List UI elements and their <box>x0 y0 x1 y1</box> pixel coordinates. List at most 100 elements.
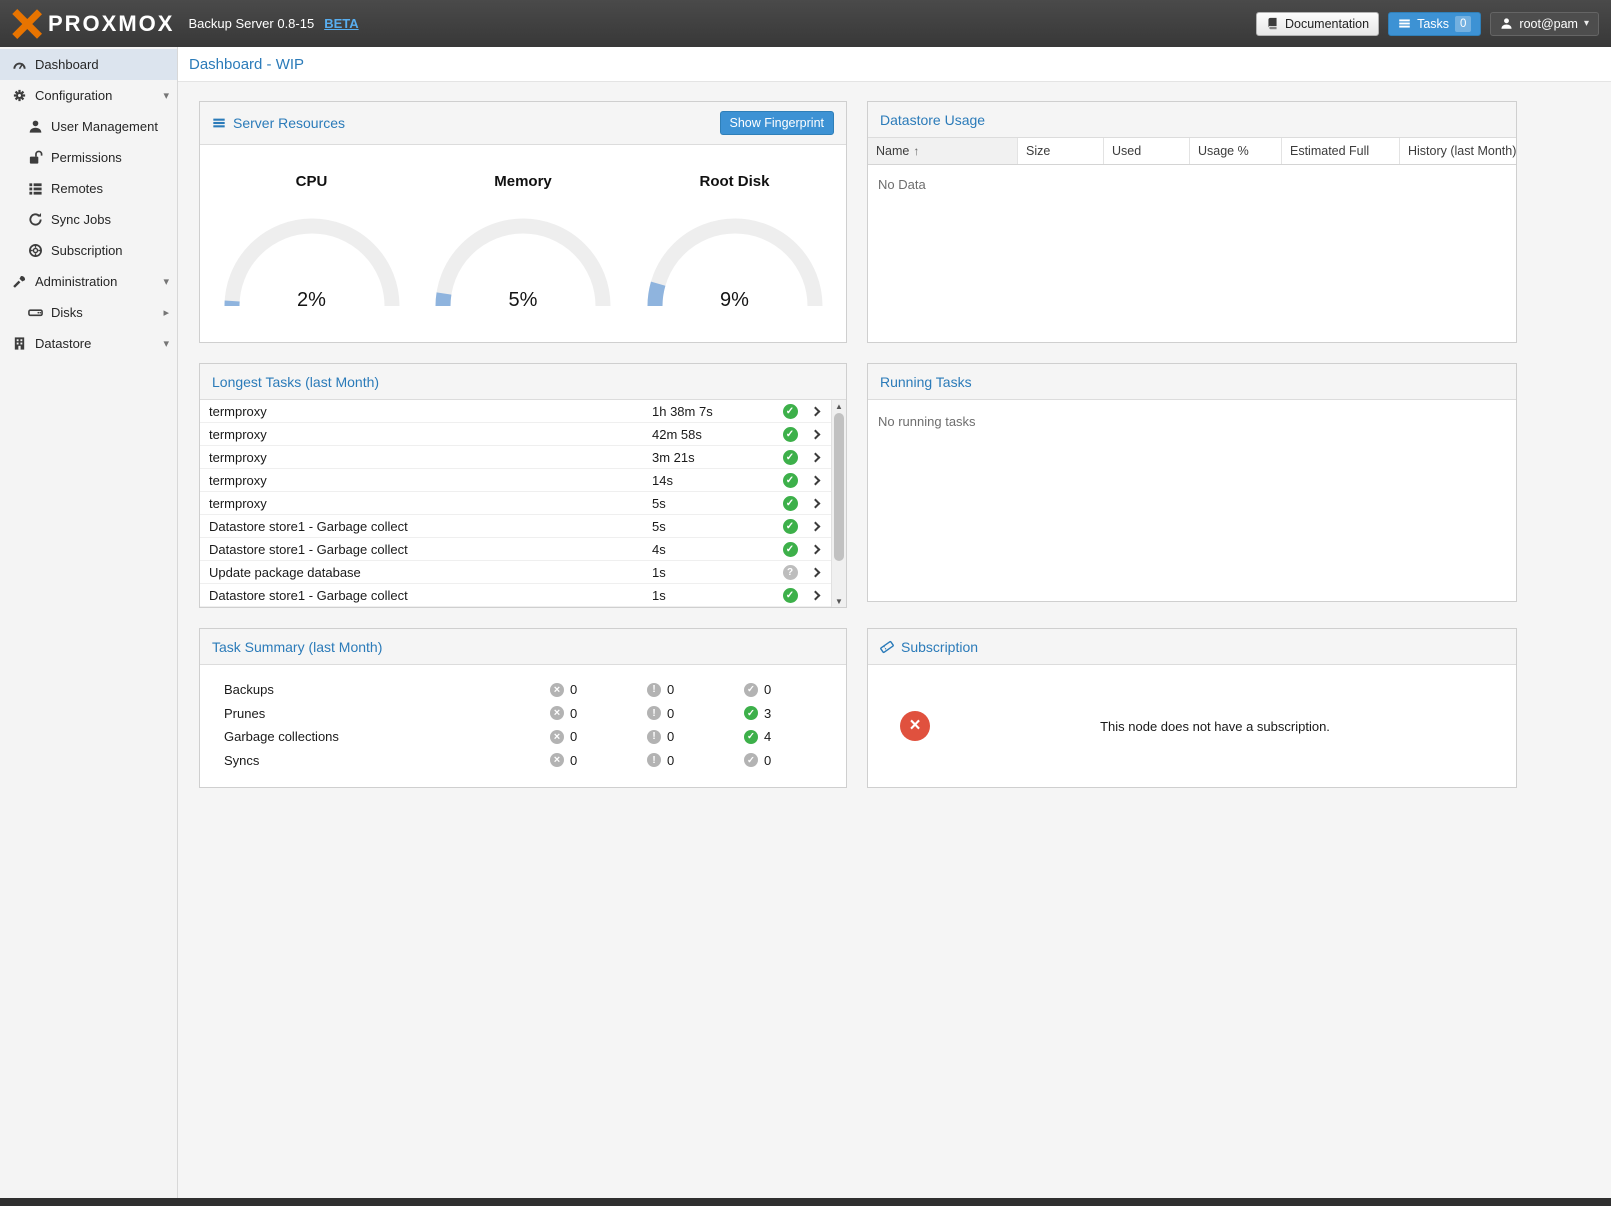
error-icon <box>550 730 564 744</box>
sidebar-item-dashboard[interactable]: Dashboard <box>0 49 177 80</box>
sidebar-item-label: Configuration <box>35 88 112 103</box>
dashboard-grid: Server Resources Show Fingerprint CPU 2% <box>178 82 1611 808</box>
sidebar-item-subscription[interactable]: Subscription <box>0 235 177 266</box>
sidebar-item-datastore[interactable]: Datastore ▾ <box>0 328 177 359</box>
open-task-button[interactable] <box>802 546 828 553</box>
ok-count-cell: 0 <box>744 753 841 768</box>
summary-label: Syncs <box>224 753 550 768</box>
server-resources-panel: Server Resources Show Fingerprint CPU 2% <box>199 101 847 343</box>
open-task-button[interactable] <box>802 500 828 507</box>
sidebar-item-disks[interactable]: Disks ▸ <box>0 297 177 328</box>
count: 3 <box>764 706 771 721</box>
task-row[interactable]: Datastore store1 - Garbage collect 1s <box>200 584 846 607</box>
sidebar-item-user-management[interactable]: User Management <box>0 111 177 142</box>
ticket-icon <box>880 640 894 654</box>
warning-icon <box>647 683 661 697</box>
sidebar: Dashboard Configuration ▾ User Managemen… <box>0 47 178 1198</box>
count: 0 <box>764 682 771 697</box>
column-header-used[interactable]: Used <box>1104 138 1190 164</box>
show-fingerprint-button[interactable]: Show Fingerprint <box>720 111 835 135</box>
tasks-label: Tasks <box>1417 17 1449 31</box>
task-name: termproxy <box>200 450 652 465</box>
summary-label: Backups <box>224 682 550 697</box>
task-row[interactable]: Update package database 1s <box>200 561 846 584</box>
longest-tasks-panel: Longest Tasks (last Month) termproxy 1h … <box>199 363 847 608</box>
task-row[interactable]: termproxy 14s <box>200 469 846 492</box>
empty-message: No Data <box>868 165 1516 204</box>
sidebar-item-label: Permissions <box>51 150 122 165</box>
scrollbar[interactable]: ▲ ▼ <box>831 400 846 607</box>
chevron-right-icon <box>810 475 820 485</box>
table-header-row: Name ↑ Size Used Usage % Estimated Full <box>868 138 1516 165</box>
task-row[interactable]: Datastore store1 - Garbage collect 4s <box>200 538 846 561</box>
summary-table: Backups 0 0 0 Prunes 0 0 3 Garbage colle… <box>200 665 846 772</box>
task-name: termproxy <box>200 496 652 511</box>
scrollbar-thumb[interactable] <box>834 413 844 561</box>
caret-down-icon[interactable]: ▾ <box>163 89 169 102</box>
panel-header: Subscription <box>868 629 1516 665</box>
sidebar-item-administration[interactable]: Administration ▾ <box>0 266 177 297</box>
open-task-button[interactable] <box>802 454 828 461</box>
documentation-label: Documentation <box>1285 17 1369 31</box>
tasks-button[interactable]: Tasks 0 <box>1388 12 1481 36</box>
content-area: Dashboard - WIP Server Resources Show Fi… <box>178 47 1611 1198</box>
scroll-down-icon[interactable]: ▼ <box>832 595 846 607</box>
panel-title: Subscription <box>901 639 978 655</box>
sidebar-item-label: Subscription <box>51 243 123 258</box>
ok-icon <box>744 753 758 767</box>
count: 0 <box>667 706 674 721</box>
open-task-button[interactable] <box>802 477 828 484</box>
running-tasks-panel: Running Tasks No running tasks <box>867 363 1517 602</box>
task-duration: 4s <box>652 542 778 557</box>
sidebar-item-sync-jobs[interactable]: Sync Jobs <box>0 204 177 235</box>
product-version: Backup Server 0.8-15 <box>188 16 314 31</box>
main-area: Dashboard Configuration ▾ User Managemen… <box>0 47 1611 1198</box>
sidebar-item-remotes[interactable]: Remotes <box>0 173 177 204</box>
column-header-history[interactable]: History (last Month) <box>1400 138 1516 164</box>
open-task-button[interactable] <box>802 523 828 530</box>
support-icon <box>28 243 43 258</box>
open-task-button[interactable] <box>802 408 828 415</box>
sidebar-item-configuration[interactable]: Configuration ▾ <box>0 80 177 111</box>
documentation-button[interactable]: Documentation <box>1256 12 1379 36</box>
caret-right-icon[interactable]: ▸ <box>163 306 169 319</box>
count: 0 <box>570 682 577 697</box>
column-header-estimated-full[interactable]: Estimated Full <box>1282 138 1400 164</box>
task-name: Update package database <box>200 565 652 580</box>
task-duration: 5s <box>652 519 778 534</box>
open-task-button[interactable] <box>802 431 828 438</box>
unlock-icon <box>28 150 43 165</box>
task-summary-panel: Task Summary (last Month) Backups 0 0 0 … <box>199 628 847 788</box>
task-row[interactable]: termproxy 5s <box>200 492 846 515</box>
gauge-value: 5% <box>431 289 615 312</box>
task-row[interactable]: Datastore store1 - Garbage collect 5s <box>200 515 846 538</box>
sidebar-item-label: Remotes <box>51 181 103 196</box>
bottom-bar <box>0 1198 1611 1206</box>
caret-down-icon[interactable]: ▾ <box>163 337 169 350</box>
open-task-button[interactable] <box>802 569 828 576</box>
caret-down-icon[interactable]: ▾ <box>163 275 169 288</box>
beta-link[interactable]: BETA <box>324 16 358 31</box>
column-header-name[interactable]: Name ↑ <box>868 138 1018 164</box>
task-row[interactable]: termproxy 42m 58s <box>200 423 846 446</box>
task-row[interactable]: termproxy 3m 21s <box>200 446 846 469</box>
column-header-size[interactable]: Size <box>1018 138 1104 164</box>
sidebar-item-label: Disks <box>51 305 83 320</box>
task-name: Datastore store1 - Garbage collect <box>200 588 652 603</box>
sidebar-item-permissions[interactable]: Permissions <box>0 142 177 173</box>
book-icon <box>1266 17 1279 30</box>
user-label: root@pam <box>1519 17 1578 31</box>
ok-icon <box>744 683 758 697</box>
user-menu-button[interactable]: root@pam ▾ <box>1490 12 1599 36</box>
scroll-up-icon[interactable]: ▲ <box>832 400 846 412</box>
warning-count-cell: 0 <box>647 729 744 744</box>
task-row[interactable]: termproxy 1h 38m 7s <box>200 400 846 423</box>
error-count-cell: 0 <box>550 729 647 744</box>
column-header-usage-percent[interactable]: Usage % <box>1190 138 1282 164</box>
chevron-right-icon <box>810 567 820 577</box>
open-task-button[interactable] <box>802 592 828 599</box>
proxmox-x-icon <box>12 9 42 39</box>
task-status-icon <box>783 519 798 534</box>
gauge-label: Memory <box>494 173 552 190</box>
task-duration: 5s <box>652 496 778 511</box>
